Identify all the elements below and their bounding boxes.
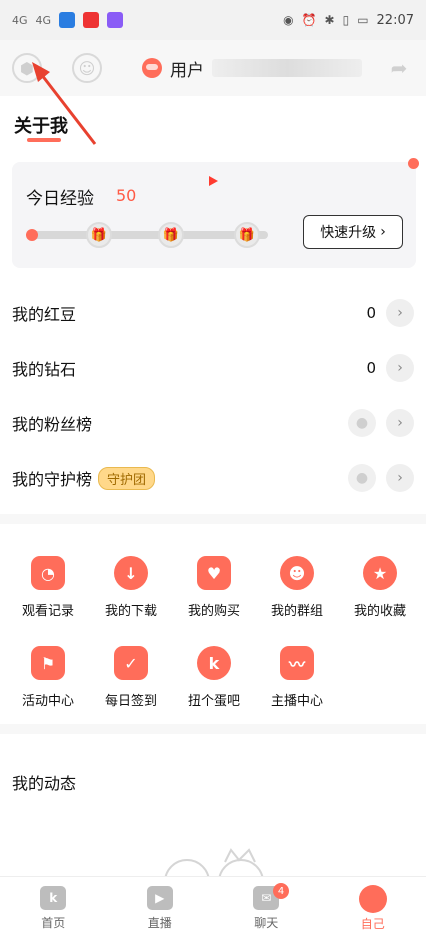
grid-label: 每日签到 (104, 694, 157, 709)
row-red-beans[interactable]: 我的红豆 0 › (0, 286, 426, 340)
group-icon: ☻ (280, 556, 314, 590)
grid-label: 我的群组 (270, 604, 323, 619)
grid-label: 活动中心 (21, 694, 74, 709)
grid-activity-center[interactable]: ⚑ 活动中心 (8, 646, 88, 716)
section-divider (0, 724, 426, 734)
row-label: 我的守护榜 (12, 470, 93, 489)
chevron-right-icon: › (380, 224, 386, 240)
alarm-icon: ⏰ (301, 13, 317, 27)
status-bar: 4G 4G ◉ ⏰ ✱ ▯ ▭ 22:07 (0, 0, 426, 40)
eye-icon: ◉ (283, 13, 294, 27)
star-icon: ★ (363, 556, 397, 590)
tab-label: 直播 (147, 916, 172, 930)
face-icon[interactable]: ☺ (72, 53, 102, 83)
row-label: 我的粉丝榜 (12, 415, 93, 434)
grid-purchases[interactable]: ♥ 我的购买 (174, 556, 254, 626)
user-placeholder-icon: ● (348, 464, 376, 492)
notification-dot (408, 158, 419, 169)
clock-icon: ◔ (31, 556, 65, 590)
app-icon (107, 12, 124, 28)
guard-badge: 守护团 (98, 466, 156, 490)
tab-label: 首页 (41, 916, 66, 930)
username-prefix: 用户 (170, 60, 204, 81)
tab-chat[interactable]: ✉ 4 聊天 (213, 877, 320, 940)
row-value: 0 (366, 359, 376, 377)
row-label: 我的红豆 (12, 305, 77, 324)
tab-me[interactable]: 自己 (320, 877, 426, 940)
quick-upgrade-label: 快速升级 (320, 225, 377, 241)
chevron-right-icon[interactable]: › (386, 409, 414, 437)
feed-title: 我的动态 (12, 774, 77, 793)
grid-daily-checkin[interactable]: ✓ 每日签到 (91, 646, 171, 716)
progress-dot (26, 229, 38, 241)
username-blurred (212, 59, 362, 77)
grid-label: 我的购买 (187, 604, 240, 619)
user-placeholder-icon: ● (348, 409, 376, 437)
chevron-right-icon[interactable]: › (386, 354, 414, 382)
clock-time: 22:07 (376, 12, 414, 28)
k-coin-icon: k (197, 646, 231, 680)
row-fan-rank[interactable]: 我的粉丝榜 ● › (0, 396, 426, 450)
grid-label: 我的收藏 (353, 604, 406, 619)
avatar (142, 58, 162, 78)
row-label: 我的钻石 (12, 360, 77, 379)
grid-label: 主播中心 (270, 694, 323, 709)
grid-label: 扭个蛋吧 (187, 694, 240, 709)
home-icon: k (40, 886, 67, 910)
gift-icon: 🎁 (234, 222, 260, 248)
grid-streamer-center[interactable]: 〰 主播中心 (257, 646, 337, 716)
battery-icon: ▭ (357, 13, 369, 27)
calendar-check-icon: ✓ (114, 646, 148, 680)
about-title: 关于我 (14, 116, 68, 137)
chat-badge: 4 (273, 883, 289, 899)
bottom-tab-bar: k 首页 ▶ 直播 ✉ 4 聊天 自己 (0, 876, 426, 940)
tab-label: 聊天 (254, 916, 279, 930)
experience-value: 50 (116, 186, 137, 205)
app-icon (83, 12, 100, 28)
row-value: 0 (366, 304, 376, 322)
grid-gacha[interactable]: k 扭个蛋吧 (174, 646, 254, 716)
tab-home[interactable]: k 首页 (0, 877, 107, 940)
chart-icon: 〰 (280, 646, 314, 680)
section-divider (0, 514, 426, 524)
grid-label: 观看记录 (21, 604, 74, 619)
hexagon-settings-icon[interactable]: ⬢ (12, 53, 42, 83)
network-indicator-2: 4G (35, 13, 52, 27)
grid-downloads[interactable]: ↓ 我的下载 (91, 556, 171, 626)
gift-icon: 🎁 (86, 222, 112, 248)
experience-label: 今日经验 (26, 189, 94, 209)
grid-label: 我的下载 (104, 604, 157, 619)
vibrate-icon: ▯ (342, 13, 350, 27)
tab-label: 自己 (360, 917, 385, 931)
tab-live[interactable]: ▶ 直播 (107, 877, 214, 940)
top-bar: ⬢ ☺ 用户 ➦ (0, 40, 426, 96)
bag-heart-icon: ♥ (197, 556, 231, 590)
video-camera-icon: ▶ (146, 886, 173, 910)
grid-watch-history[interactable]: ◔ 观看记录 (8, 556, 88, 626)
app-icon (59, 12, 76, 28)
grid-favorites[interactable]: ★ 我的收藏 (340, 556, 420, 626)
experience-progress: 🎁 🎁 🎁 (26, 222, 268, 248)
flag-marker-icon (209, 176, 218, 186)
grid-groups[interactable]: ☻ 我的群组 (257, 556, 337, 626)
row-diamonds[interactable]: 我的钻石 0 › (0, 341, 426, 395)
row-guard-rank[interactable]: 我的守护榜 守护团 ● › (0, 451, 426, 505)
share-icon[interactable]: ➦ (384, 53, 414, 83)
about-underline (27, 138, 61, 142)
me-avatar-icon (358, 885, 387, 913)
chevron-right-icon[interactable]: › (386, 299, 414, 327)
user-info[interactable]: 用户 (142, 56, 362, 81)
experience-card: 今日经验 50 🎁 🎁 🎁 快速升级 › (12, 162, 416, 268)
quick-upgrade-button[interactable]: 快速升级 › (303, 215, 403, 249)
bluetooth-icon: ✱ (324, 13, 335, 27)
gift-icon: 🎁 (158, 222, 184, 248)
network-indicator-1: 4G (12, 13, 28, 27)
flag-icon: ⚑ (31, 646, 65, 680)
chevron-right-icon[interactable]: › (386, 464, 414, 492)
download-icon: ↓ (114, 556, 148, 590)
